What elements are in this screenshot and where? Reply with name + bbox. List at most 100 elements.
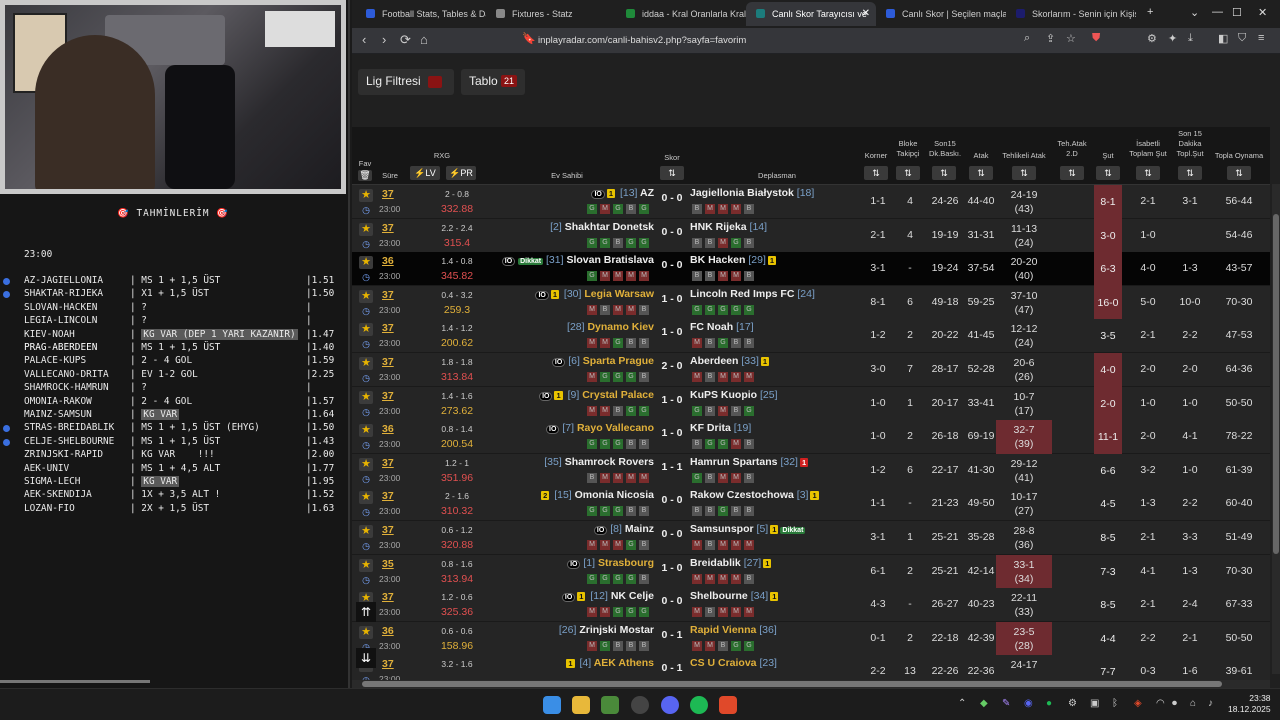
zoom-icon[interactable]: ⌕ bbox=[1024, 32, 1030, 45]
browser-tab[interactable]: Football Stats, Tables & Dat bbox=[356, 2, 486, 26]
home-name[interactable]: Sparta Prague bbox=[583, 355, 654, 367]
left-scrollbar[interactable] bbox=[0, 680, 150, 683]
away-name[interactable]: FC Noah bbox=[690, 321, 733, 333]
sort-sut-button[interactable]: ⇅ bbox=[1096, 166, 1120, 180]
sort-isabetli-button[interactable]: ⇅ bbox=[1136, 166, 1160, 180]
browser-tab[interactable]: Skorlarım - Senin için Kişise bbox=[1006, 2, 1136, 26]
away-name[interactable]: BK Hacken bbox=[690, 254, 745, 266]
match-minute[interactable]: 37 bbox=[382, 322, 394, 334]
match-row[interactable]: ★ ◷ 36 23:00 0.8 - 1.4 200.54 IO [7] Rayo Vall… bbox=[352, 420, 1270, 455]
away-name[interactable]: Samsunspor bbox=[690, 523, 754, 535]
brave-icon[interactable] bbox=[719, 696, 737, 714]
extension-icon[interactable]: ⚙ bbox=[1147, 32, 1157, 45]
wallet-icon[interactable]: ⛉ bbox=[1238, 32, 1246, 45]
match-minute[interactable]: 37 bbox=[382, 356, 394, 368]
spotify-tray-icon[interactable]: ● bbox=[1046, 698, 1052, 709]
match-minute[interactable]: 37 bbox=[382, 490, 394, 502]
steam-icon[interactable]: ⚙ bbox=[1068, 698, 1077, 709]
url-field[interactable]: inplayradar.com/canli-bahisv2.php?sayfa=… bbox=[538, 31, 1096, 50]
star-icon[interactable]: ☆ bbox=[1066, 32, 1076, 45]
close-tab-icon[interactable]: ✕ bbox=[862, 8, 870, 19]
reload-icon[interactable]: ⟳ bbox=[400, 32, 411, 48]
back-icon[interactable]: ‹ bbox=[362, 32, 366, 47]
table-button[interactable]: Tablo 21 bbox=[461, 69, 525, 95]
match-minute[interactable]: 37 bbox=[382, 591, 394, 603]
match-row[interactable]: ★◷3723:003.2 - 1.61 [4] AEK Athens0 - 1C… bbox=[352, 655, 1270, 680]
match-row[interactable]: ★ ◷ 37 23:00 1.4 - 1.6 273.62 IO 1 [9] Crystal … bbox=[352, 386, 1270, 421]
match-row[interactable]: ★ ◷ 37 23:00 1.4 - 1.2 200.62 [28] Dynamo Kie… bbox=[352, 319, 1270, 354]
favorite-star-icon[interactable]: ★ bbox=[359, 457, 373, 471]
favorite-star-icon[interactable]: ★ bbox=[359, 222, 373, 236]
away-name[interactable]: Rapid Vienna bbox=[690, 624, 756, 636]
home-name[interactable]: Crystal Palace bbox=[582, 389, 654, 401]
match-row[interactable]: ★ ◷ 37 23:00 2 - 0.8 332.88 IO 1 [13] AZ G M G B G 0 … bbox=[352, 185, 1270, 219]
bookmark-icon[interactable]: 🔖 bbox=[522, 32, 536, 45]
match-minute[interactable]: 36 bbox=[382, 255, 394, 267]
home-name[interactable]: Legia Warsaw bbox=[584, 288, 654, 300]
match-minute[interactable]: 35 bbox=[382, 558, 394, 570]
home-name[interactable]: Strasbourg bbox=[598, 557, 654, 569]
home-name[interactable]: Dynamo Kiev bbox=[587, 321, 654, 333]
match-minute[interactable]: 37 bbox=[382, 457, 394, 469]
favorite-star-icon[interactable]: ★ bbox=[359, 491, 373, 505]
sort-skor-button[interactable]: ⇅ bbox=[660, 166, 684, 180]
away-name[interactable]: KF Drita bbox=[690, 422, 731, 434]
league-filter-button[interactable]: Lig Filtresi bbox=[358, 69, 454, 95]
new-tab-button[interactable]: + bbox=[1147, 6, 1153, 18]
match-row[interactable]: ★ ◷ 36 23:00 1.4 - 0.8 345.82 IO Dikkat [31] S… bbox=[352, 252, 1270, 287]
match-row[interactable]: ★ ◷ 36 23:00 0.6 - 0.6 158.96 [26] Zrinjski M… bbox=[352, 621, 1270, 656]
favorite-star-icon[interactable]: ★ bbox=[359, 357, 373, 370]
match-minute[interactable]: 37 bbox=[382, 289, 394, 301]
match-minute[interactable]: 36 bbox=[382, 625, 394, 637]
match-row[interactable]: ★ ◷ 37 23:00 0.4 - 3.2 259.3 IO 1 [30] Legia Wa… bbox=[352, 285, 1270, 320]
file-explorer-icon[interactable] bbox=[572, 696, 590, 714]
home-name[interactable]: Shamrock Rovers bbox=[565, 456, 654, 468]
match-minute[interactable]: 37 bbox=[382, 188, 394, 200]
volume-icon[interactable]: ♪ bbox=[1208, 698, 1213, 709]
nvidia-icon[interactable]: ▣ bbox=[1090, 698, 1099, 709]
away-name[interactable]: Shelbourne bbox=[690, 590, 748, 602]
sort-bloke-button[interactable]: ⇅ bbox=[896, 166, 920, 180]
match-row[interactable]: ★◷3723:001.2 - 0.6325.36IO1 [12] NK Celj… bbox=[352, 588, 1270, 623]
start-icon[interactable] bbox=[543, 696, 561, 714]
chevron-down-icon[interactable]: ⌄ bbox=[1190, 6, 1199, 19]
home-icon[interactable]: ⌂ bbox=[420, 32, 428, 47]
scroll-top-button[interactable]: ⇈ bbox=[356, 602, 376, 622]
wifi-icon[interactable]: ◠ bbox=[1156, 698, 1165, 709]
browser-tab[interactable]: Canlı Skor Tarayıcısı ve ✕ bbox=[746, 2, 876, 26]
home-name[interactable]: AZ bbox=[640, 187, 654, 199]
away-name[interactable]: KuPS Kuopio bbox=[690, 389, 757, 401]
favorite-star-icon[interactable]: ★ bbox=[359, 625, 373, 639]
obs-icon[interactable] bbox=[631, 696, 649, 714]
sort-lv-button[interactable]: ⚡LV bbox=[410, 166, 440, 180]
favorite-star-icon[interactable]: ★ bbox=[359, 289, 373, 303]
favorite-star-icon[interactable]: ★ bbox=[359, 189, 373, 202]
download-icon[interactable]: ⤓ bbox=[1188, 32, 1193, 45]
favorite-star-icon[interactable]: ★ bbox=[359, 525, 373, 538]
discord-icon[interactable] bbox=[661, 696, 679, 714]
home-name[interactable]: Slovan Bratislava bbox=[566, 254, 654, 266]
notepad-icon[interactable] bbox=[601, 696, 619, 714]
forward-icon[interactable]: › bbox=[382, 32, 386, 47]
away-name[interactable]: CS U Craiova bbox=[690, 657, 757, 669]
match-minute[interactable]: 36 bbox=[382, 423, 394, 435]
sort-topla-button[interactable]: ⇅ bbox=[1227, 166, 1251, 180]
match-row[interactable]: ★ ◷ 37 23:00 2.2 - 2.4 315.4 [2] Shakhtar Don… bbox=[352, 218, 1270, 253]
match-row[interactable]: ★ ◷ 37 23:00 1.8 - 1.8 313.84 IO [6] Sparta Pr… bbox=[352, 353, 1270, 387]
vertical-scrollbar[interactable] bbox=[1272, 184, 1280, 674]
menu-icon[interactable]: ≡ bbox=[1258, 32, 1264, 44]
spotify-icon[interactable] bbox=[690, 696, 708, 714]
match-row[interactable]: ★ ◷ 37 23:00 1.2 - 1 351.96 [35] Shamrock Rov… bbox=[352, 453, 1270, 488]
sort-tehlikeli-button[interactable]: ⇅ bbox=[1012, 166, 1036, 180]
home-name[interactable]: Mainz bbox=[625, 523, 654, 535]
away-name[interactable]: Rakow Czestochowa bbox=[690, 489, 794, 501]
sort-atak-button[interactable]: ⇅ bbox=[969, 166, 993, 180]
away-name[interactable]: Lincoln Red Imps FC bbox=[690, 288, 794, 300]
brave-tray-icon[interactable]: ◈ bbox=[1134, 698, 1142, 709]
browser-tab[interactable]: Fixtures - Statz bbox=[486, 2, 616, 26]
home-name[interactable]: Shakhtar Donetsk bbox=[565, 221, 654, 233]
share-icon[interactable]: ⇪ bbox=[1046, 32, 1055, 45]
sort-korner-button[interactable]: ⇅ bbox=[864, 166, 888, 180]
maximize-button[interactable]: ☐ bbox=[1232, 6, 1242, 19]
match-row[interactable]: ★ ◷ 35 23:00 0.8 - 1.6 313.94 IO [1] Strasbour… bbox=[352, 554, 1270, 589]
